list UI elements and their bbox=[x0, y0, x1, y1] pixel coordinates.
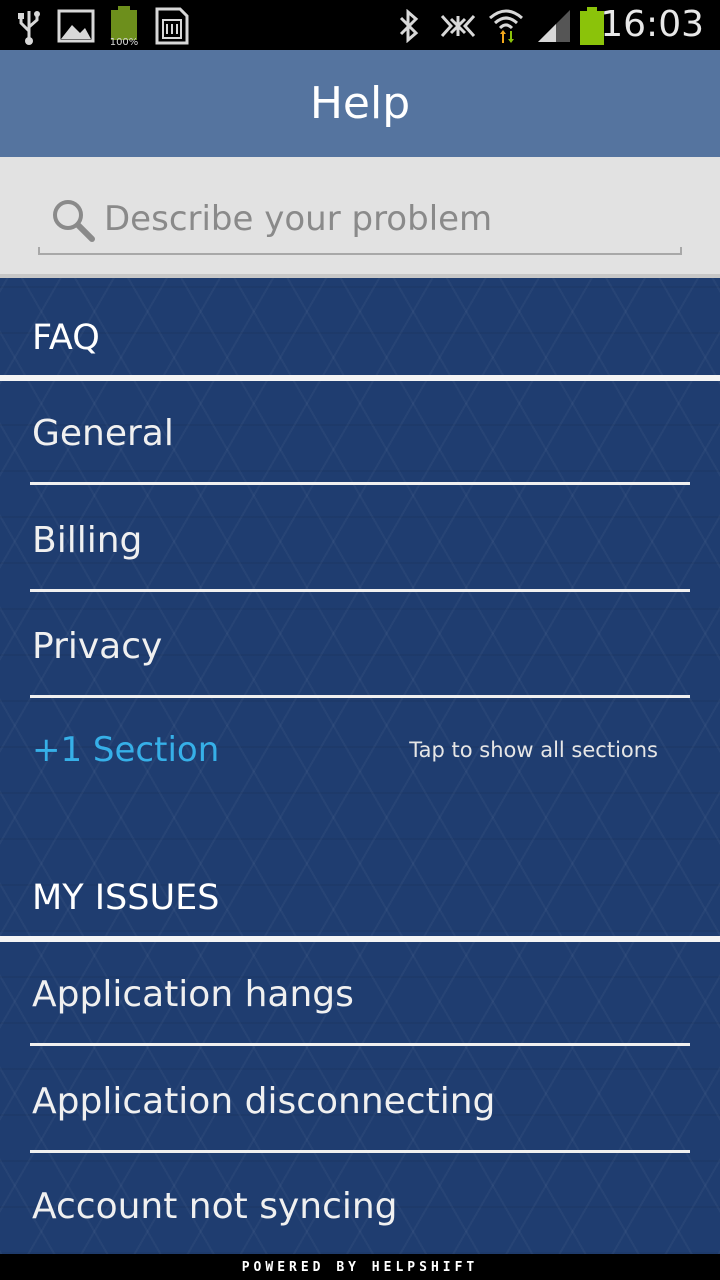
faq-item-billing[interactable]: Billing bbox=[0, 488, 720, 592]
issues-header-label: MY ISSUES bbox=[32, 878, 220, 918]
usb-icon bbox=[14, 6, 44, 46]
show-all-sections-button[interactable]: +1 Section Tap to show all sections bbox=[0, 702, 720, 802]
battery-percent-text: 100% bbox=[110, 37, 139, 47]
faq-item-label: Privacy bbox=[32, 626, 163, 667]
action-bar: Help bbox=[0, 50, 720, 157]
faq-section-header: FAQ bbox=[0, 278, 720, 382]
item-divider bbox=[30, 589, 690, 592]
signal-icon bbox=[534, 6, 574, 46]
bluetooth-icon bbox=[394, 6, 424, 46]
search-field[interactable] bbox=[38, 191, 682, 255]
issue-item[interactable]: Application disconnecting bbox=[0, 1049, 720, 1153]
powered-by-footer: POWERED BY HELPSHIFT bbox=[0, 1254, 720, 1280]
item-divider bbox=[30, 482, 690, 485]
more-sections-hint: Tap to show all sections bbox=[409, 738, 658, 762]
battery-full-icon: 100% bbox=[106, 6, 142, 47]
search-container bbox=[0, 157, 720, 278]
issues-section-header: MY ISSUES bbox=[0, 838, 720, 942]
sd-card-icon bbox=[152, 6, 192, 46]
clock-time: 16:03 bbox=[600, 4, 704, 45]
search-icon bbox=[50, 197, 96, 243]
issue-item[interactable]: Application hangs bbox=[0, 942, 720, 1046]
faq-item-privacy[interactable]: Privacy bbox=[0, 594, 720, 698]
search-input[interactable] bbox=[104, 193, 664, 245]
item-divider bbox=[30, 1043, 690, 1046]
powered-by-label: POWERED BY HELPSHIFT bbox=[241, 1259, 479, 1275]
faq-item-general[interactable]: General bbox=[0, 381, 720, 485]
issue-item[interactable]: Account not syncing bbox=[0, 1156, 720, 1260]
issue-item-label: Application hangs bbox=[32, 974, 354, 1015]
faq-header-label: FAQ bbox=[32, 318, 100, 358]
nfc-icon bbox=[438, 6, 478, 46]
status-bar: 100% 16:03 bbox=[0, 0, 720, 50]
help-content: FAQ General Billing Privacy +1 Section T… bbox=[0, 278, 720, 1254]
faq-item-label: General bbox=[32, 413, 174, 454]
item-divider bbox=[30, 1150, 690, 1153]
image-icon bbox=[56, 6, 96, 46]
wifi-icon bbox=[486, 6, 526, 46]
issue-item-label: Application disconnecting bbox=[32, 1081, 496, 1122]
item-divider bbox=[30, 695, 690, 698]
page-title: Help bbox=[309, 78, 411, 129]
more-sections-label: +1 Section bbox=[32, 730, 220, 770]
issue-item-label: Account not syncing bbox=[32, 1186, 398, 1227]
faq-item-label: Billing bbox=[32, 520, 143, 561]
